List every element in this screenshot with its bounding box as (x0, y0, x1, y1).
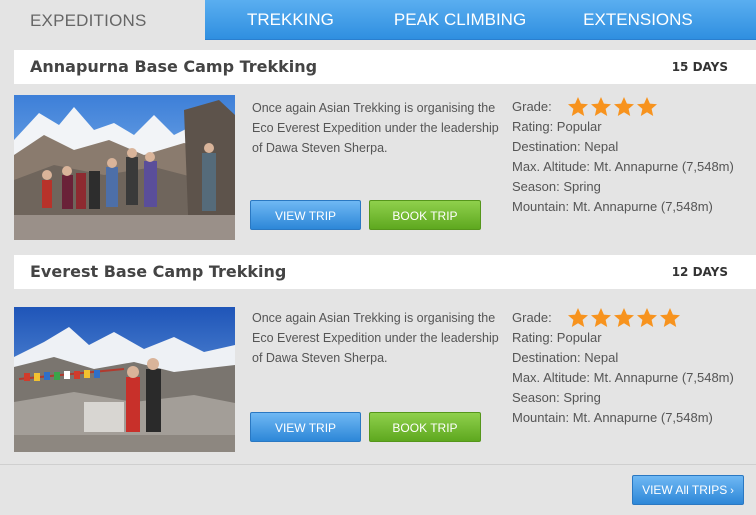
divider (0, 464, 756, 465)
grade-label: Grade: (512, 99, 552, 114)
max-altitude-text: Max. Altitude: Mt. Annapurne (7,548m) (512, 159, 734, 174)
grade-stars (566, 306, 681, 330)
mountain-text: Mountain: Mt. Annapurne (7,548m) (512, 199, 713, 214)
star-icon (590, 308, 611, 327)
star-icon (613, 97, 634, 116)
trip-photo-everest[interactable] (14, 307, 235, 452)
trip-duration: 12 DAYS (671, 265, 728, 279)
star-icon (659, 308, 680, 327)
view-trip-button[interactable]: VIEW TRIP (250, 412, 361, 442)
trip-duration: 15 DAYS (671, 60, 728, 74)
trip-details: Grade: Rating: Popular Destination: Nepa… (512, 97, 756, 217)
chevron-right-icon: › (730, 485, 734, 497)
star-icon (567, 308, 588, 327)
tab-expeditions[interactable]: EXPEDITIONS (0, 0, 205, 40)
book-trip-button[interactable]: BOOK TRIP (369, 412, 481, 442)
season-text: Season: Spring (512, 179, 601, 194)
tab-trekking[interactable]: TREKKING (247, 10, 334, 30)
tab-peak-climbing[interactable]: PEAK CLIMBING (394, 10, 526, 30)
star-icon (636, 97, 657, 116)
rating-text: Rating: Popular (512, 119, 602, 134)
view-trip-button[interactable]: VIEW TRIP (250, 200, 361, 230)
view-all-trips-button[interactable]: VIEW All TRIPS › (632, 475, 744, 505)
star-icon (613, 308, 634, 327)
trip-title[interactable]: Everest Base Camp Trekking (30, 262, 286, 281)
trip-category-tabs: EXPEDITIONS TREKKING PEAK CLIMBING EXTEN… (0, 0, 756, 40)
grade-row: Grade: (512, 97, 756, 117)
destination-text: Destination: Nepal (512, 139, 619, 154)
trip-description: Once again Asian Trekking is organising … (252, 101, 499, 155)
view-all-label: VIEW All TRIPS (642, 483, 728, 497)
grade-stars (566, 95, 658, 119)
trip-photo-annapurna[interactable] (14, 95, 235, 240)
season-text: Season: Spring (512, 390, 601, 405)
destination-text: Destination: Nepal (512, 350, 619, 365)
tab-bar: TREKKING PEAK CLIMBING EXTENSIONS (205, 0, 756, 40)
rating-text: Rating: Popular (512, 330, 602, 345)
grade-row: Grade: (512, 308, 756, 328)
book-trip-button[interactable]: BOOK TRIP (369, 200, 481, 230)
trip-description: Once again Asian Trekking is organising … (252, 311, 499, 365)
max-altitude-text: Max. Altitude: Mt. Annapurne (7,548m) (512, 370, 734, 385)
star-icon (567, 97, 588, 116)
trip-header: Annapurna Base Camp Trekking 15 DAYS (14, 50, 756, 84)
star-icon (636, 308, 657, 327)
mountain-text: Mountain: Mt. Annapurne (7,548m) (512, 410, 713, 425)
grade-label: Grade: (512, 310, 552, 325)
star-icon (590, 97, 611, 116)
trip-header: Everest Base Camp Trekking 12 DAYS (14, 255, 756, 289)
tab-extensions[interactable]: EXTENSIONS (583, 10, 693, 30)
trip-title[interactable]: Annapurna Base Camp Trekking (30, 57, 317, 76)
trip-details: Grade: Rating: Popular Destination: Nepa… (512, 308, 756, 428)
